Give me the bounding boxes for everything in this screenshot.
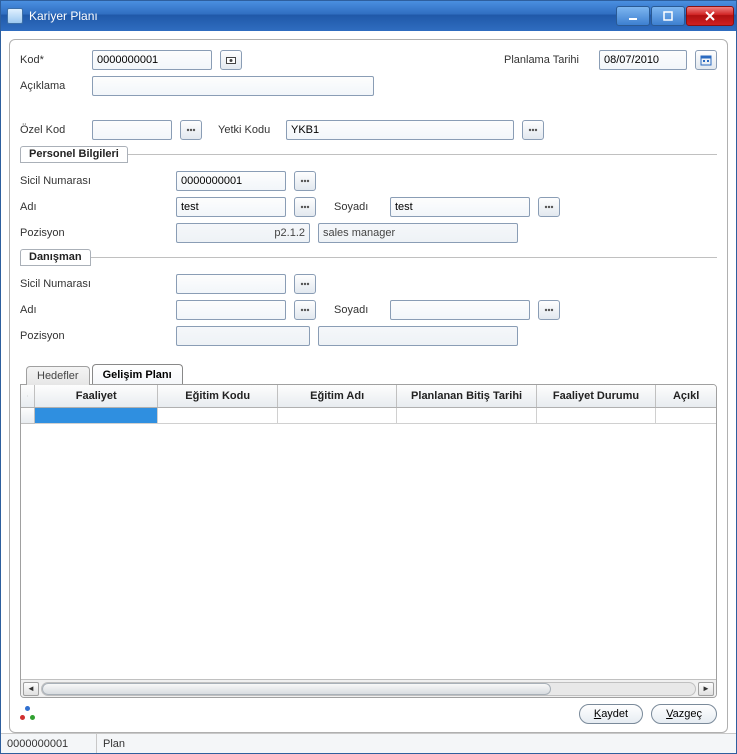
personel-adi-label: Adı [20, 201, 104, 213]
scroll-track[interactable] [41, 682, 696, 696]
client-area: Kod* Planlama Tarihi Açıklama Özel Kod [1, 31, 736, 733]
tab-content: Faaliyet Eğitim Kodu Eğitim Adı Planlana… [20, 384, 717, 698]
personel-soyadi-lookup-button[interactable] [538, 197, 560, 217]
danisman-adi-label: Adı [20, 304, 104, 316]
personel-soyadi-input[interactable] [390, 197, 530, 217]
calendar-button[interactable] [695, 50, 717, 70]
personel-soyadi-label: Soyadı [334, 201, 382, 213]
danisman-soyadi-lookup-button[interactable] [538, 300, 560, 320]
vazgec-button[interactable]: Vazgeç [651, 704, 717, 724]
danisman-soyadi-label: Soyadı [334, 304, 382, 316]
kod-action-button[interactable] [220, 50, 242, 70]
row-kod: Kod* Planlama Tarihi [20, 50, 717, 70]
danisman-pozisyon-label: Pozisyon [20, 330, 104, 342]
danisman-sicil-input[interactable] [176, 274, 286, 294]
personel-pozisyon-text [318, 223, 518, 243]
grid-cell-faaliyet-durumu[interactable] [537, 408, 656, 424]
main-panel: Kod* Planlama Tarihi Açıklama Özel Kod [9, 39, 728, 733]
grid-row-handle[interactable] [21, 408, 35, 424]
grid[interactable]: Faaliyet Eğitim Kodu Eğitim Adı Planlana… [21, 385, 716, 697]
aciklama-label: Açıklama [20, 80, 84, 92]
grid-cell-planlanan-bitis[interactable] [397, 408, 536, 424]
danisman-pozisyon-code [176, 326, 310, 346]
planlama-tarihi-input[interactable] [599, 50, 687, 70]
danisman-body: Sicil Numarası Adı Soyadı [20, 266, 717, 352]
grid-col-egitim-adi[interactable]: Eğitim Adı [278, 385, 397, 407]
planlama-tarihi-label: Planlama Tarihi [504, 54, 579, 66]
personel-sicil-lookup-button[interactable] [294, 171, 316, 191]
status-code: 0000000001 [1, 734, 97, 753]
ozel-kod-label: Özel Kod [20, 124, 84, 136]
danisman-legend: Danışman [20, 249, 91, 266]
personel-sicil-input[interactable] [176, 171, 286, 191]
personel-body: Sicil Numarası Adı Soyadı [20, 163, 717, 249]
ozel-kod-input[interactable] [92, 120, 172, 140]
bottom-bar: Kaydet Vazgeç [20, 698, 717, 724]
kod-label: Kod* [20, 54, 84, 66]
danisman-adi-lookup-button[interactable] [294, 300, 316, 320]
grid-col-aciklama[interactable]: Açıkl [656, 385, 716, 407]
app-icon [7, 8, 23, 24]
danisman-soyadi-input[interactable] [390, 300, 530, 320]
danisman-sicil-lookup-button[interactable] [294, 274, 316, 294]
minimize-button[interactable] [616, 6, 650, 26]
status-plan: Plan [97, 734, 736, 753]
tab-bar: Hedefler Gelişim Planı [20, 362, 717, 384]
row-ozel-yetki: Özel Kod Yetki Kodu [20, 120, 717, 140]
scroll-left-button[interactable]: ◄ [23, 682, 39, 696]
tab-area: Hedefler Gelişim Planı Faaliyet Eğitim K… [20, 362, 717, 698]
danisman-pozisyon-text [318, 326, 518, 346]
grid-cell-aciklama[interactable] [656, 408, 716, 424]
tab-gelisim-plani[interactable]: Gelişim Planı [92, 364, 183, 384]
aciklama-input[interactable] [92, 76, 374, 96]
window-title: Kariyer Planı [29, 9, 615, 23]
grid-header: Faaliyet Eğitim Kodu Eğitim Adı Planlana… [21, 385, 716, 408]
personel-legend: Personel Bilgileri [20, 146, 128, 163]
grid-cell-egitim-adi[interactable] [278, 408, 397, 424]
personel-pozisyon-label: Pozisyon [20, 227, 104, 239]
yetki-kodu-label: Yetki Kodu [218, 124, 278, 136]
personel-pozisyon-code [176, 223, 310, 243]
grid-row-selector-header[interactable] [21, 385, 35, 407]
grid-cell-faaliyet[interactable] [35, 408, 158, 424]
close-button[interactable] [686, 6, 734, 26]
grid-col-egitim-kodu[interactable]: Eğitim Kodu [158, 385, 277, 407]
window-buttons [615, 6, 734, 26]
grid-row[interactable] [21, 408, 716, 424]
row-aciklama: Açıklama [20, 76, 717, 96]
titlebar: Kariyer Planı [1, 1, 736, 31]
danisman-sicil-label: Sicil Numarası [20, 278, 104, 290]
danisman-section: Danışman [20, 257, 717, 258]
scroll-right-button[interactable]: ► [698, 682, 714, 696]
grid-body[interactable] [21, 408, 716, 679]
ozel-kod-lookup-button[interactable] [180, 120, 202, 140]
grid-hscroll[interactable]: ◄ ► [21, 679, 716, 697]
maximize-button[interactable] [651, 6, 685, 26]
window: Kariyer Planı Kod* Planlama [0, 0, 737, 754]
yetki-kodu-input[interactable] [286, 120, 514, 140]
grid-col-planlanan-bitis[interactable]: Planlanan Bitiş Tarihi [397, 385, 536, 407]
grid-col-faaliyet[interactable]: Faaliyet [35, 385, 158, 407]
personel-adi-lookup-button[interactable] [294, 197, 316, 217]
personel-adi-input[interactable] [176, 197, 286, 217]
personel-sicil-label: Sicil Numarası [20, 175, 104, 187]
org-chart-icon[interactable] [20, 706, 36, 722]
statusbar: 0000000001 Plan [1, 733, 736, 753]
yetki-kodu-lookup-button[interactable] [522, 120, 544, 140]
personel-section: Personel Bilgileri [20, 154, 717, 155]
kaydet-button[interactable]: Kaydet [579, 704, 643, 724]
grid-col-faaliyet-durumu[interactable]: Faaliyet Durumu [537, 385, 656, 407]
danisman-adi-input[interactable] [176, 300, 286, 320]
scroll-thumb[interactable] [42, 683, 551, 695]
tab-hedefler[interactable]: Hedefler [26, 366, 90, 385]
grid-cell-egitim-kodu[interactable] [158, 408, 277, 424]
kod-input[interactable] [92, 50, 212, 70]
